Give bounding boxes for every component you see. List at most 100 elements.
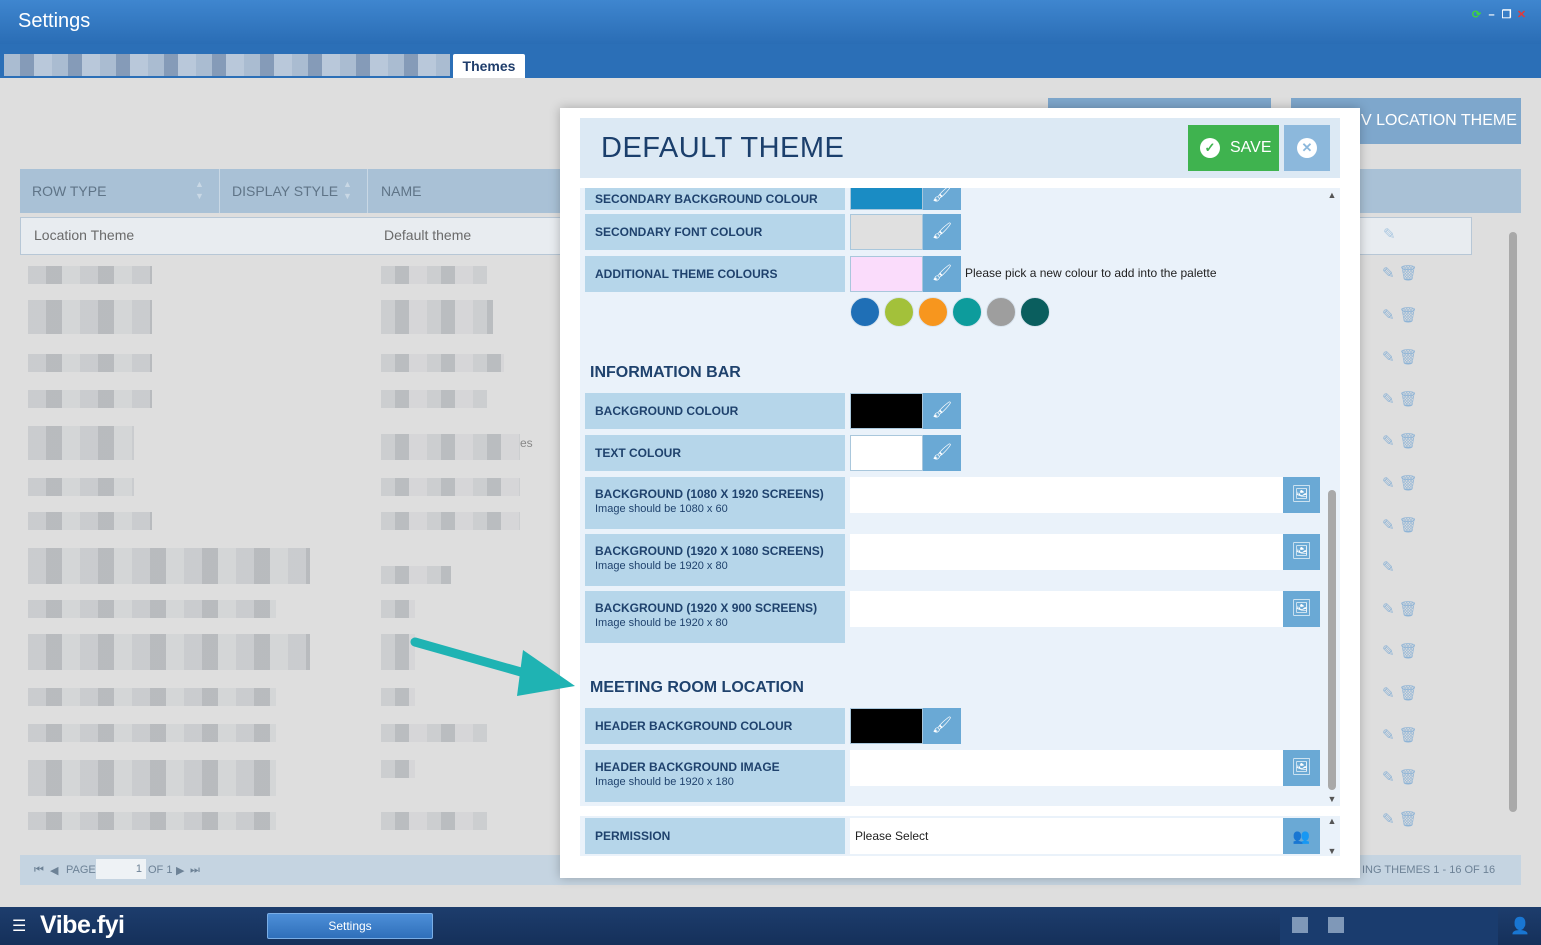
trash-icon[interactable]: 🗑 [1399, 517, 1418, 534]
table-row[interactable] [28, 688, 276, 706]
sort-icon[interactable]: ▲ ▼ [195, 178, 207, 202]
paint-brush-icon[interactable]: 🖌 [923, 256, 961, 292]
page-number-input[interactable]: 1 [96, 859, 146, 879]
table-row[interactable] [28, 812, 276, 830]
edit-icon[interactable]: ✎ [1382, 433, 1395, 450]
tab-themes[interactable]: Themes [453, 54, 525, 78]
trash-icon[interactable]: 🗑 [1399, 727, 1418, 744]
page-scrollbar[interactable] [1508, 218, 1518, 858]
colour-swatch-info-background[interactable] [850, 393, 923, 429]
palette-swatch[interactable] [884, 297, 914, 327]
next-page-icon[interactable]: ▶ [176, 864, 184, 877]
image-field-header-background[interactable] [850, 750, 1283, 786]
palette-swatch[interactable] [850, 297, 880, 327]
trash-icon[interactable]: 🗑 [1399, 307, 1418, 324]
table-row[interactable] [28, 300, 152, 334]
edit-icon[interactable]: ✎ [1382, 769, 1395, 786]
edit-icon[interactable]: ✎ [1382, 349, 1395, 366]
colour-swatch-secondary-background[interactable] [850, 188, 923, 210]
taskbar-settings-button[interactable]: Settings [267, 913, 433, 939]
image-icon[interactable]: 🖼 [1283, 534, 1320, 570]
edit-icon[interactable]: ✎ [1382, 601, 1395, 618]
last-page-icon[interactable]: ⏭ [190, 864, 200, 877]
column-header-name[interactable]: NAME [369, 169, 569, 213]
table-row[interactable] [28, 600, 276, 618]
colour-swatch-additional[interactable] [850, 256, 923, 292]
image-icon[interactable]: 🖼 [1283, 591, 1320, 627]
table-row[interactable] [28, 266, 152, 284]
trash-icon[interactable]: 🗑 [1399, 601, 1418, 618]
edit-icon[interactable]: ✎ [1382, 559, 1395, 576]
save-button[interactable]: ✓ SAVE [1188, 125, 1279, 171]
first-page-icon[interactable]: ⏮ [34, 864, 44, 877]
colour-swatch-secondary-font[interactable] [850, 214, 923, 250]
edit-icon[interactable]: ✎ [1382, 811, 1395, 828]
table-row[interactable] [28, 426, 134, 460]
tray-icon[interactable] [1328, 917, 1344, 933]
trash-icon[interactable]: 🗑 [1399, 265, 1418, 282]
table-row[interactable] [28, 760, 276, 796]
colour-swatch-info-text[interactable] [850, 435, 923, 471]
table-row[interactable] [28, 354, 152, 372]
prev-page-icon[interactable]: ◀ [50, 864, 58, 877]
minimize-icon[interactable]: – [1486, 10, 1497, 21]
paint-brush-icon[interactable]: 🖌 [923, 708, 961, 744]
edit-icon[interactable]: ✎ [1382, 727, 1395, 744]
table-row[interactable] [28, 548, 310, 584]
trash-icon[interactable]: 🗑 [1399, 349, 1418, 366]
image-icon[interactable]: 🖼 [1283, 750, 1320, 786]
scrollbar-thumb[interactable] [1509, 232, 1517, 812]
table-row[interactable] [28, 512, 152, 530]
user-settings-icon[interactable]: 👤 [1510, 916, 1530, 936]
edit-icon[interactable]: ✎ [1382, 517, 1395, 534]
scroll-up-icon[interactable]: ▲ [1327, 190, 1337, 200]
column-header-display-style[interactable]: DISPLAY STYLE ▲ ▼ [220, 169, 368, 213]
close-icon[interactable]: ✕ [1516, 10, 1527, 21]
palette-swatch[interactable] [986, 297, 1016, 327]
column-header-row-type[interactable]: ROW TYPE ▲ ▼ [20, 169, 220, 213]
paint-brush-icon[interactable]: 🖌 [923, 393, 961, 429]
colour-swatch-header-background[interactable] [850, 708, 923, 744]
edit-icon[interactable]: ✎ [1382, 307, 1395, 324]
edit-icon[interactable]: ✎ [1382, 265, 1395, 282]
palette-swatch[interactable] [918, 297, 948, 327]
modal-scrollbar[interactable] [1327, 188, 1337, 806]
restore-icon[interactable]: ❐ [1501, 10, 1512, 21]
tab-blurred[interactable] [4, 54, 450, 76]
table-row[interactable] [28, 634, 310, 670]
scrollbar-thumb[interactable] [1328, 490, 1336, 790]
edit-icon[interactable]: ✎ [1382, 685, 1395, 702]
scroll-down-icon[interactable]: ▼ [1327, 846, 1337, 856]
refresh-icon[interactable]: ⟳ [1471, 10, 1482, 21]
palette-swatch[interactable] [952, 297, 982, 327]
close-modal-button[interactable]: ✕ [1284, 125, 1330, 171]
image-field-bg-1920x1080[interactable] [850, 534, 1283, 570]
sort-icon[interactable]: ▲ ▼ [343, 178, 355, 202]
palette-swatch[interactable] [1020, 297, 1050, 327]
paint-brush-icon[interactable]: 🖌 [923, 188, 961, 210]
paint-brush-icon[interactable]: 🖌 [923, 214, 961, 250]
tray-icon[interactable] [1292, 917, 1308, 933]
trash-icon[interactable]: 🗑 [1399, 643, 1418, 660]
edit-icon[interactable]: ✎ [1383, 225, 1396, 243]
edit-icon[interactable]: ✎ [1382, 391, 1395, 408]
paint-brush-icon[interactable]: 🖌 [923, 435, 961, 471]
edit-icon[interactable]: ✎ [1382, 475, 1395, 492]
trash-icon[interactable]: 🗑 [1399, 685, 1418, 702]
trash-icon[interactable]: 🗑 [1399, 391, 1418, 408]
edit-icon[interactable]: ✎ [1382, 643, 1395, 660]
image-field-bg-1920x900[interactable] [850, 591, 1283, 627]
permission-select[interactable]: Please Select [850, 818, 1283, 854]
table-row[interactable] [28, 478, 134, 496]
scroll-up-icon[interactable]: ▲ [1327, 816, 1337, 826]
trash-icon[interactable]: 🗑 [1399, 811, 1418, 828]
trash-icon[interactable]: 🗑 [1399, 433, 1418, 450]
table-row[interactable] [28, 724, 276, 742]
image-icon[interactable]: 🖼 [1283, 477, 1320, 513]
scroll-down-icon[interactable]: ▼ [1327, 794, 1337, 804]
image-field-bg-1080x1920[interactable] [850, 477, 1283, 513]
trash-icon[interactable]: 🗑 [1399, 475, 1418, 492]
trash-icon[interactable]: 🗑 [1399, 769, 1418, 786]
users-icon[interactable]: 👥 [1283, 818, 1320, 854]
table-row[interactable] [28, 390, 152, 408]
